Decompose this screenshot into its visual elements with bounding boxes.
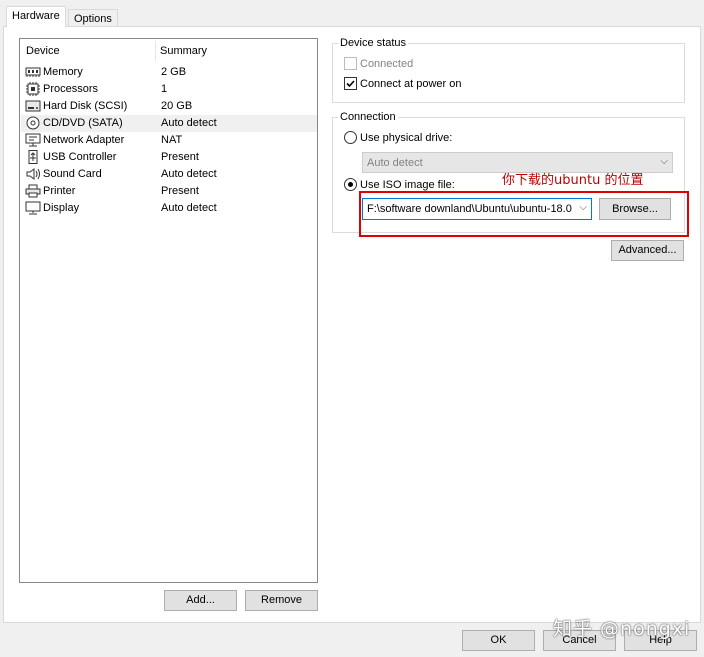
device-row-network-adapter[interactable]: Network Adapter NAT (21, 132, 317, 149)
device-name: Display (43, 202, 80, 214)
advanced-button[interactable]: Advanced... (611, 240, 684, 261)
device-status-group (332, 43, 685, 103)
use-iso-image-label: Use ISO image file: (360, 179, 455, 191)
column-header-summary[interactable]: Summary (160, 45, 207, 57)
connected-checkbox[interactable] (344, 57, 357, 70)
device-name: Sound Card (43, 168, 102, 180)
device-name: Printer (43, 185, 76, 197)
device-name: Network Adapter (43, 134, 125, 146)
ok-button[interactable]: OK (462, 630, 535, 651)
device-summary: Auto detect (161, 202, 217, 214)
cd-dvd-icon (26, 116, 40, 130)
device-row-processors[interactable]: Processors 1 (21, 81, 317, 98)
device-summary: Auto detect (161, 117, 217, 129)
memory-icon (25, 67, 41, 77)
device-summary: Present (161, 185, 199, 197)
device-name: Processors (43, 83, 99, 95)
processor-icon (26, 82, 40, 96)
monitor-icon (25, 201, 41, 215)
device-name: USB Controller (43, 151, 117, 163)
device-list[interactable]: Device Summary Memory 2 GB Processors 1 … (19, 38, 318, 583)
connect-at-power-on-checkbox[interactable] (344, 77, 357, 90)
device-row-sound-card[interactable]: Sound Card Auto detect (21, 166, 317, 183)
network-adapter-icon (25, 133, 41, 147)
connection-title: Connection (338, 111, 398, 123)
use-iso-image-radio[interactable] (344, 178, 357, 191)
annotation-highlight-box (359, 191, 689, 237)
device-row-display[interactable]: Display Auto detect (21, 200, 317, 217)
connected-label: Connected (360, 58, 414, 70)
device-row-cd-dvd[interactable]: CD/DVD (SATA) Auto detect (21, 115, 317, 132)
device-row-hard-disk[interactable]: Hard Disk (SCSI) 20 GB (21, 98, 317, 115)
device-summary: 2 GB (161, 66, 187, 78)
device-status-title: Device status (338, 37, 409, 49)
physical-drive-value: Auto detect (367, 157, 423, 169)
use-physical-drive-label: Use physical drive: (360, 132, 453, 144)
device-row-memory[interactable]: Memory 2 GB (21, 64, 317, 81)
device-summary: 1 (161, 83, 168, 95)
tab-hardware[interactable]: Hardware (6, 6, 66, 27)
device-summary: NAT (161, 134, 183, 146)
connect-at-power-on-label: Connect at power on (360, 78, 462, 90)
device-name: Hard Disk (SCSI) (43, 100, 128, 112)
annotation-text: 你下载的ubuntu 的位置 (502, 173, 644, 188)
usb-icon (28, 150, 38, 164)
device-summary: Auto detect (161, 168, 217, 180)
device-name: CD/DVD (SATA) (43, 117, 123, 129)
device-row-usb-controller[interactable]: USB Controller Present (21, 149, 317, 166)
add-button[interactable]: Add... (164, 590, 237, 611)
column-header-device[interactable]: Device (26, 45, 60, 57)
use-physical-drive-radio[interactable] (344, 131, 357, 144)
device-name: Memory (43, 66, 83, 78)
speaker-icon (26, 168, 40, 180)
checkmark-icon (346, 80, 355, 88)
device-summary: 20 GB (161, 100, 193, 112)
hard-disk-icon (25, 100, 41, 112)
tab-options[interactable]: Options (68, 9, 118, 27)
device-summary: Present (161, 151, 199, 163)
watermark: 知乎 @nongxi (553, 618, 691, 640)
remove-button[interactable]: Remove (245, 590, 318, 611)
chevron-down-icon: ⌵ (660, 156, 668, 167)
device-row-printer[interactable]: Printer Present (21, 183, 317, 200)
printer-icon (25, 184, 41, 198)
device-list-header: Device Summary (20, 39, 317, 61)
